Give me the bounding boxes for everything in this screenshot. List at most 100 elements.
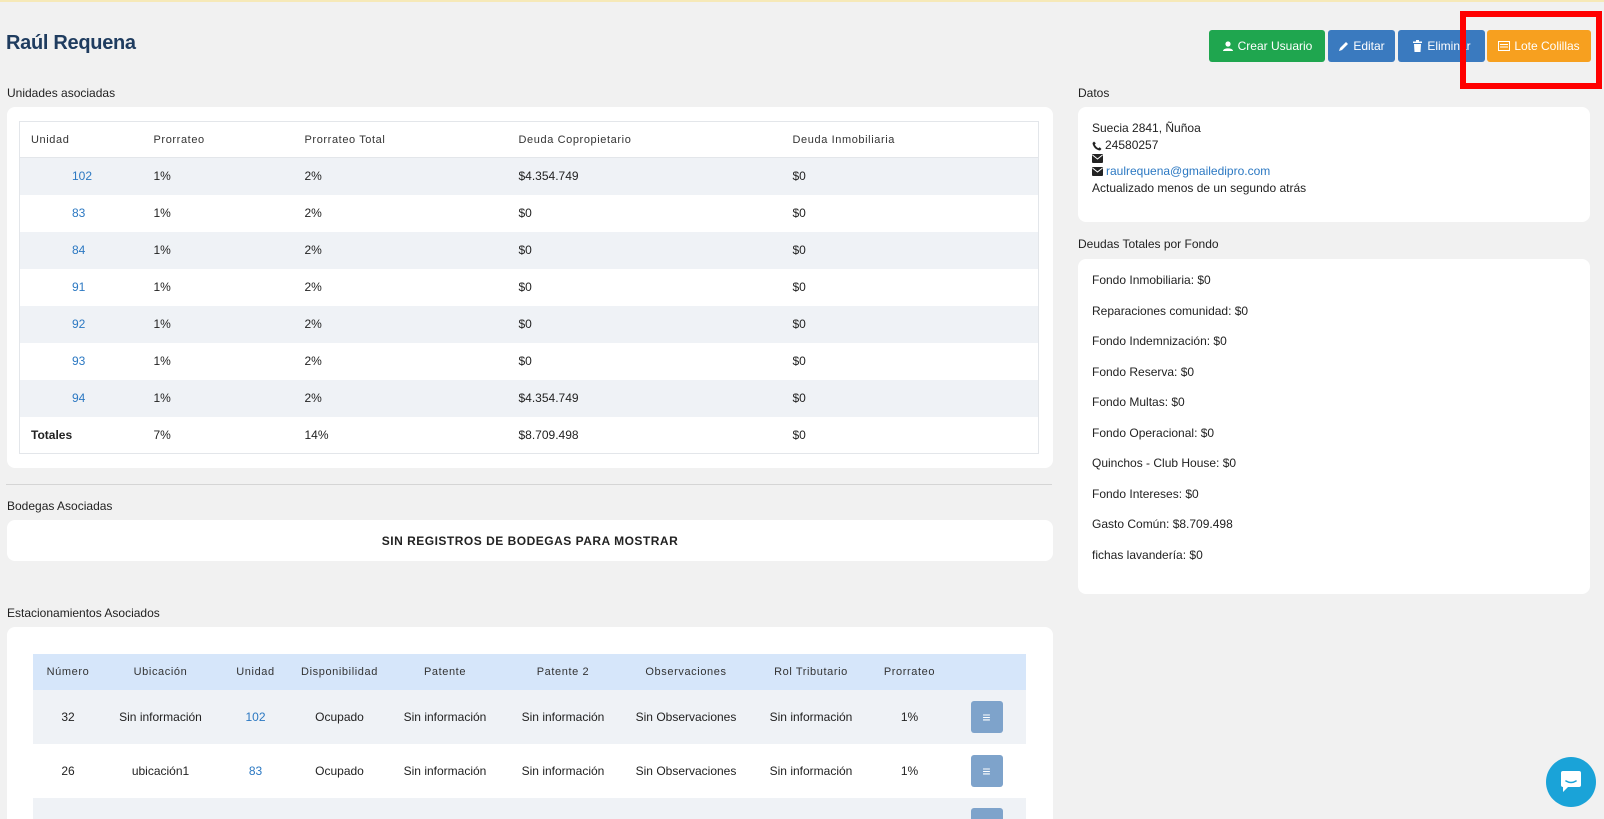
acciones-cell: ≡	[947, 798, 1026, 819]
list-alt-icon	[1498, 41, 1511, 51]
patente-cell: Sin información	[403, 764, 487, 778]
fondo-item: Fondo Inmobiliaria: $0	[1092, 273, 1211, 287]
unidad-link[interactable]: 91	[20, 269, 143, 306]
editar-button[interactable]: Editar	[1328, 30, 1395, 62]
observaciones-cell: Sin Observaciones	[622, 690, 750, 744]
phone-line: 24580257	[1092, 137, 1576, 154]
unidad-link[interactable]: 92	[19, 305, 143, 343]
email-line: raulrequena@gmailedipro.com	[1092, 163, 1576, 180]
fondo-item: fichas lavandería: $0	[1092, 547, 1203, 562]
prorrateo-cell: 1%	[900, 764, 919, 778]
totals-deuda-cop: $8.709.498	[518, 427, 579, 442]
col-patente-2: Patente 2	[504, 654, 622, 690]
numero-cell: 32	[33, 690, 103, 744]
fondo-item: Fondo Multas: $0	[1092, 395, 1185, 409]
table-row: 92 1% 2% $0 $0	[19, 305, 1039, 343]
menu-bars-button[interactable]: ≡	[970, 808, 1003, 819]
deuda-inm-cell: $0	[792, 280, 806, 294]
unidad-link[interactable]: 83	[20, 195, 143, 232]
table-row: 91 1% 2% $0 $0	[20, 269, 1039, 306]
lote-colillas-button[interactable]: Lote Colillas	[1487, 30, 1591, 62]
fondo-item: Fondo Intereses: $0	[1092, 486, 1199, 501]
bodegas-section-label: Bodegas Asociadas	[7, 499, 113, 513]
chat-icon	[1561, 771, 1581, 792]
ubicacion-cell: Sin información	[103, 690, 218, 744]
envelope-icon	[1092, 167, 1103, 176]
col-ubicacion: Ubicación	[103, 654, 218, 690]
prorrateo-cell: 1%	[153, 206, 171, 220]
prorrateo-total-cell: 2%	[304, 354, 322, 368]
prorrateo-total-cell: 2%	[293, 305, 508, 343]
deuda-cop-cell: $0	[518, 206, 532, 220]
col-disponibilidad: Disponibilidad	[293, 654, 386, 690]
table-row: 93 1% 2% $0 $0	[20, 343, 1039, 380]
fondo-item: Fondo Reserva: $0	[1092, 364, 1195, 379]
deuda-cop-cell: $0	[518, 280, 532, 294]
col-unidad: Unidad	[218, 654, 293, 690]
totals-prorrateo-total: 14%	[304, 427, 329, 442]
col-prorrateo: Prorrateo	[142, 121, 294, 158]
patente2-cell: Sin información	[521, 764, 605, 778]
prorrateo-cell: 1%	[142, 157, 294, 195]
partial-row-filler	[33, 798, 947, 819]
unidad-link[interactable]: 83	[218, 744, 293, 798]
crear-usuario-label: Crear Usuario	[1237, 39, 1313, 53]
table-row: 83 1% 2% $0 $0	[20, 195, 1039, 232]
estacionamientos-section-label: Estacionamientos Asociados	[7, 606, 160, 620]
totals-label: Totales	[31, 427, 73, 442]
prorrateo-cell: 1%	[153, 354, 171, 368]
deuda-inm-cell: $0	[792, 354, 806, 368]
prorrateo-total-cell: 2%	[293, 379, 508, 417]
prorrateo-cell: 1%	[142, 231, 294, 269]
col-rol-tributario: Rol Tributario	[750, 654, 872, 690]
col-numero: Número	[33, 654, 103, 690]
phone-icon	[1092, 141, 1102, 150]
prorrateo-total-cell: 2%	[304, 280, 322, 294]
prorrateo-total-cell: 2%	[293, 231, 508, 269]
unidad-link[interactable]: 102	[218, 690, 293, 744]
totals-prorrateo: 7%	[153, 427, 171, 442]
top-accent-line	[0, 0, 1604, 2]
col-prorrateo: Prorrateo	[872, 654, 947, 690]
unidad-link[interactable]: 94	[19, 379, 143, 417]
menu-bars-button[interactable]: ≡	[970, 701, 1003, 733]
deuda-cop-cell: $0	[518, 354, 532, 368]
col-deuda-inmobiliaria: Deuda Inmobiliaria	[781, 121, 1039, 158]
deuda-cop-cell: $0	[507, 305, 782, 343]
unidad-link[interactable]: 84	[19, 231, 143, 269]
page-title: Raúl Requena	[6, 32, 136, 54]
table-row: 102 1% 2% $4.354.749 $0	[19, 157, 1039, 195]
col-prorrateo-total: Prorrateo Total	[293, 121, 508, 158]
deudas-section-label: Deudas Totales por Fondo	[1078, 237, 1219, 251]
chat-widget-button[interactable]	[1546, 757, 1596, 807]
disponibilidad-cell: Ocupado	[315, 764, 364, 778]
eliminar-button[interactable]: Eliminar	[1398, 30, 1485, 62]
unidades-section-label: Unidades asociadas	[7, 86, 116, 100]
bodegas-empty-message: SIN REGISTROS DE BODEGAS PARA MOSTRAR	[381, 533, 679, 548]
unidad-link[interactable]: 102	[19, 157, 143, 195]
menu-bars-button[interactable]: ≡	[970, 755, 1003, 787]
editar-label: Editar	[1353, 39, 1385, 53]
eliminar-label: Eliminar	[1427, 39, 1471, 53]
lote-colillas-label: Lote Colillas	[1514, 39, 1580, 53]
datos-card: Suecia 2841, Ñuñoa 24580257 raulrequena@…	[1078, 107, 1590, 222]
envelope-icon	[1092, 154, 1103, 163]
rol-cell: Sin información	[769, 764, 853, 778]
section-divider	[6, 484, 1052, 485]
crear-usuario-button[interactable]: Crear Usuario	[1209, 30, 1325, 62]
patente2-cell: Sin información	[504, 690, 622, 744]
observaciones-cell: Sin Observaciones	[635, 764, 737, 778]
rol-cell: Sin información	[750, 690, 872, 744]
deudas-card: Fondo Inmobiliaria: $0 Reparaciones comu…	[1078, 259, 1590, 594]
unidad-link[interactable]: 93	[20, 343, 143, 380]
estacionamientos-header-row: Número Ubicación Unidad Disponibilidad P…	[33, 654, 1026, 690]
unidades-table: Unidad Prorrateo Prorrateo Total Deuda C…	[19, 121, 1039, 454]
fondo-item: Reparaciones comunidad: $0	[1092, 303, 1249, 318]
fondo-item: Fondo Operacional: $0	[1092, 425, 1215, 440]
prorrateo-total-cell: 2%	[304, 206, 322, 220]
datos-section-label: Datos	[1078, 86, 1110, 100]
table-row: ≡	[33, 798, 1026, 819]
col-deuda-copropietario: Deuda Copropietario	[507, 121, 782, 158]
email-link[interactable]: raulrequena@gmailedipro.com	[1106, 163, 1270, 180]
patente-cell: Sin información	[386, 690, 504, 744]
